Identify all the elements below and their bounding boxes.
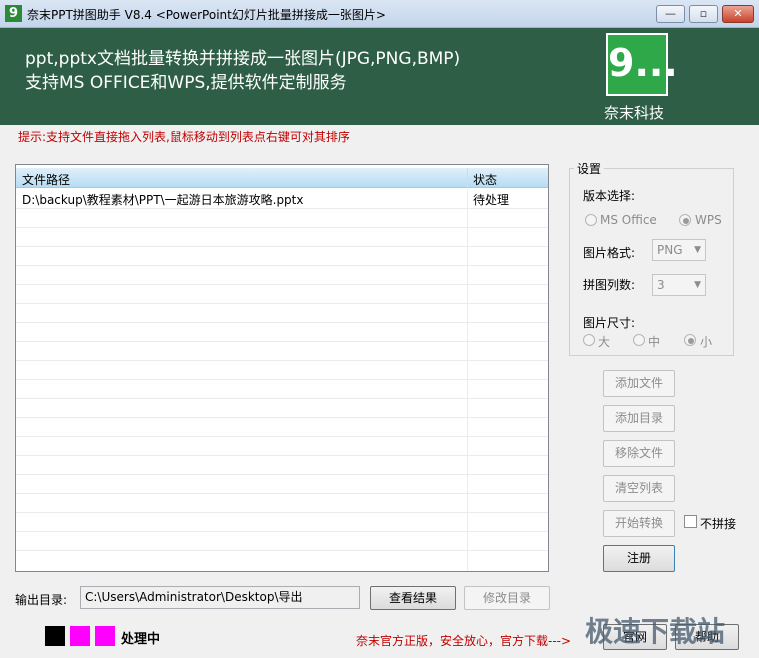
clear-list-button[interactable]: 清空列表 xyxy=(603,475,675,502)
view-result-button[interactable]: 查看结果 xyxy=(370,586,456,610)
file-list[interactable]: 文件路径 状态 D:\backup\教程素材\PPT\一起游日本旅游攻略.ppt… xyxy=(15,164,549,572)
version-option-wps-label: WPS xyxy=(695,213,722,227)
row-divider xyxy=(16,417,548,418)
row-divider xyxy=(16,265,548,266)
size-radio-medium[interactable] xyxy=(633,334,645,346)
version-label: 版本选择: xyxy=(583,189,636,203)
change-dir-button[interactable]: 修改目录 xyxy=(464,586,550,610)
settings-legend: 设置 xyxy=(574,160,605,177)
column-divider[interactable] xyxy=(467,168,468,188)
brand-name: 奈末科技 xyxy=(604,104,665,122)
column-header-status[interactable]: 状态 xyxy=(473,171,497,188)
row-divider xyxy=(16,379,548,380)
row-divider xyxy=(16,512,548,513)
size-label: 图片尺寸: xyxy=(583,316,636,330)
columns-select[interactable]: 3 ▼ xyxy=(652,274,706,296)
output-dir-label: 输出目录: xyxy=(15,593,68,607)
table-row[interactable]: D:\backup\教程素材\PPT\一起游日本旅游攻略.pptx 待处理 xyxy=(16,189,548,208)
file-path-cell: D:\backup\教程素材\PPT\一起游日本旅游攻略.pptx xyxy=(22,193,304,207)
row-divider xyxy=(16,493,548,494)
promo-link[interactable]: 奈末官方正版，安全放心，官方下载---> xyxy=(356,632,571,649)
banner-headline: ppt,pptx文档批量转换并拼接成一张图片(JPG,PNG,BMP) xyxy=(25,49,461,69)
size-radio-small[interactable] xyxy=(684,334,696,346)
status-swatch-magenta xyxy=(95,626,115,646)
row-divider xyxy=(16,322,548,323)
start-convert-button[interactable]: 开始转换 xyxy=(603,510,675,537)
size-option-medium-label: 中 xyxy=(648,335,661,349)
row-divider xyxy=(16,360,548,361)
row-divider xyxy=(16,531,548,532)
brand-logo: 9... xyxy=(606,33,678,96)
watermark-text: 极速下载站 xyxy=(585,615,726,648)
columns-select-value: 3 xyxy=(657,278,665,292)
remove-file-button[interactable]: 移除文件 xyxy=(603,440,675,467)
output-dir-field[interactable]: C:\Users\Administrator\Desktop\导出 xyxy=(80,586,360,609)
row-divider xyxy=(16,455,548,456)
window-title: 奈末PPT拼图助手 V8.4 <PowerPoint幻灯片批量拼接成一张图片> xyxy=(27,8,386,22)
row-divider xyxy=(16,208,548,209)
restore-button[interactable]: ▫ xyxy=(689,5,718,23)
size-option-small-label: 小 xyxy=(700,335,713,349)
register-button[interactable]: 注册 xyxy=(603,545,675,572)
row-divider xyxy=(16,227,548,228)
status-text: 处理中 xyxy=(121,632,161,647)
hint-text: 提示:支持文件直接拖入列表,鼠标移动到列表点右键可对其排序 xyxy=(18,130,350,144)
column-header-path[interactable]: 文件路径 xyxy=(22,171,70,188)
app-icon: 9 xyxy=(5,5,22,22)
row-divider xyxy=(16,303,548,304)
close-button[interactable]: ✕ xyxy=(722,5,754,23)
version-option-msoffice-label: MS Office xyxy=(600,213,657,227)
brand-logo-glyph: 9... xyxy=(608,41,678,85)
size-radio-large[interactable] xyxy=(583,334,595,346)
version-radio-msoffice[interactable] xyxy=(585,214,597,226)
status-swatch-black xyxy=(45,626,65,646)
add-file-button[interactable]: 添加文件 xyxy=(603,370,675,397)
row-divider xyxy=(16,474,548,475)
chevron-down-icon: ▼ xyxy=(694,245,701,255)
format-select-value: PNG xyxy=(657,243,683,257)
no-stitch-label: 不拼接 xyxy=(700,517,737,531)
row-divider xyxy=(16,341,548,342)
size-option-large-label: 大 xyxy=(598,335,611,349)
format-select[interactable]: PNG ▼ xyxy=(652,239,706,261)
row-divider xyxy=(16,436,548,437)
add-directory-button[interactable]: 添加目录 xyxy=(603,405,675,432)
row-divider xyxy=(16,284,548,285)
row-divider xyxy=(16,398,548,399)
file-list-header: 文件路径 状态 xyxy=(16,168,548,188)
file-status-cell: 待处理 xyxy=(473,193,510,207)
row-divider xyxy=(16,246,548,247)
no-stitch-checkbox[interactable] xyxy=(684,515,697,528)
row-divider xyxy=(16,550,548,551)
chevron-down-icon: ▼ xyxy=(694,280,701,290)
status-swatch-magenta xyxy=(70,626,90,646)
banner-subheadline: 支持MS OFFICE和WPS,提供软件定制服务 xyxy=(25,73,347,93)
minimize-button[interactable]: — xyxy=(656,5,685,23)
version-radio-wps[interactable] xyxy=(679,214,691,226)
format-label: 图片格式: xyxy=(583,246,636,260)
columns-label: 拼图列数: xyxy=(583,278,636,292)
